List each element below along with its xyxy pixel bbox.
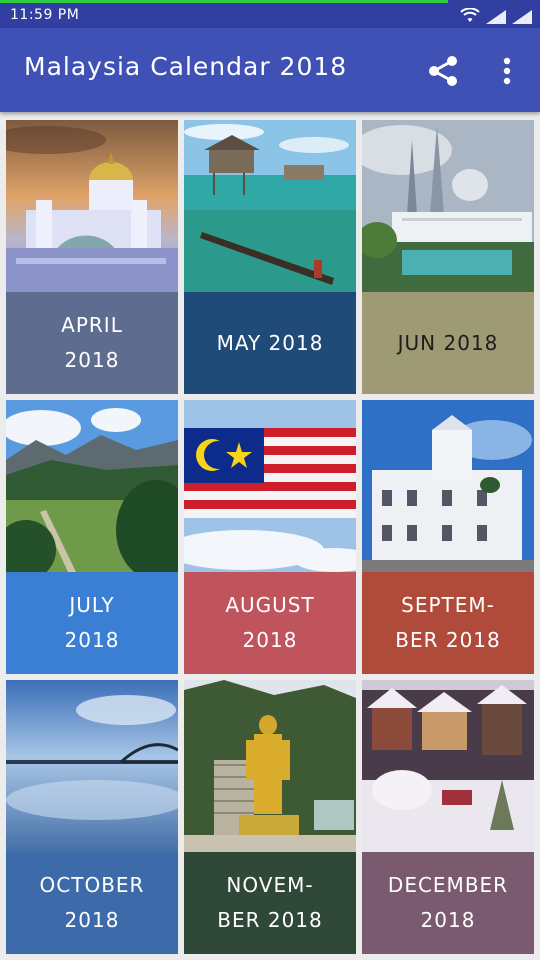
loading-progress-bar (0, 0, 448, 3)
month-label-line1: APRIL (61, 313, 123, 337)
month-label-line2: 2018 (64, 628, 120, 652)
month-label-line1: NOVEM- (226, 873, 314, 897)
month-label: JULY 2018 (6, 572, 178, 674)
month-label-line1: JUN 2018 (397, 330, 499, 355)
tile-image-snow-village (362, 680, 534, 852)
month-tile-november[interactable]: NOVEM- BER 2018 (184, 680, 356, 954)
status-bar: 11:59 PM (0, 0, 540, 28)
status-time: 11:59 PM (10, 7, 80, 23)
tile-image-twin-towers-mosque (362, 120, 534, 292)
month-label-line2: BER 2018 (395, 628, 501, 652)
signal-icon (512, 10, 532, 24)
more-options-icon[interactable] (494, 54, 520, 88)
month-label-line1: AUGUST (225, 593, 315, 617)
month-label-line2: 2018 (64, 908, 120, 932)
month-label: OCTOBER 2018 (6, 852, 178, 954)
app-title: Malaysia Calendar 2018 (24, 52, 348, 81)
month-tile-april[interactable]: APRIL 2018 (6, 120, 178, 394)
month-label-line2: BER 2018 (217, 908, 323, 932)
month-label-line1: SEPTEM- (401, 593, 495, 617)
month-label-line1: DECEMBER (387, 873, 509, 897)
month-label-line1: MAY 2018 (216, 330, 324, 355)
tile-image-mountain-valley (6, 400, 178, 572)
tile-image-mosque-sunset (6, 120, 178, 292)
month-label: JUN 2018 (362, 292, 534, 394)
share-icon[interactable] (426, 54, 460, 88)
month-label-line2: 2018 (64, 348, 120, 372)
month-tile-december[interactable]: DECEMBER 2018 (362, 680, 534, 954)
month-tile-may[interactable]: MAY 2018 (184, 120, 356, 394)
month-label-line1: OCTOBER (39, 873, 145, 897)
signal-icon (486, 10, 506, 24)
month-tile-jun[interactable]: JUN 2018 (362, 120, 534, 394)
month-label: NOVEM- BER 2018 (184, 852, 356, 954)
month-label: SEPTEM- BER 2018 (362, 572, 534, 674)
wifi-icon (460, 8, 480, 22)
month-label: MAY 2018 (184, 292, 356, 394)
tile-image-stilt-houses-sea (184, 120, 356, 292)
month-tile-august[interactable]: AUGUST 2018 (184, 400, 356, 674)
month-label: DECEMBER 2018 (362, 852, 534, 954)
month-label-line1: JULY (69, 593, 115, 617)
month-tile-october[interactable]: OCTOBER 2018 (6, 680, 178, 954)
month-tile-september[interactable]: SEPTEM- BER 2018 (362, 400, 534, 674)
tile-image-bridge-lake (6, 680, 178, 852)
app-bar: Malaysia Calendar 2018 (0, 28, 540, 112)
month-label: APRIL 2018 (6, 292, 178, 394)
tile-image-malaysia-flag (184, 400, 356, 572)
month-tile-july[interactable]: JULY 2018 (6, 400, 178, 674)
tile-image-golden-statue-cave (184, 680, 356, 852)
month-label: AUGUST 2018 (184, 572, 356, 674)
tile-image-white-colonial-building (362, 400, 534, 572)
status-icons (460, 6, 532, 24)
month-label-line2: 2018 (242, 628, 298, 652)
month-label-line2: 2018 (420, 908, 476, 932)
